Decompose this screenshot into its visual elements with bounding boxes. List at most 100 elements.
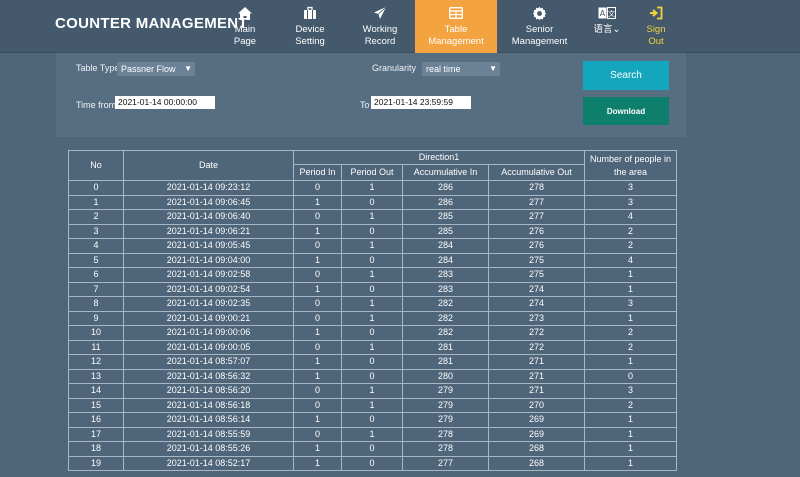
cell-no: 2 (68, 209, 124, 225)
cell-no: 9 (68, 310, 124, 326)
cell-period-out: 0 (341, 281, 403, 297)
cell-no: 13 (68, 368, 124, 384)
chevron-down-icon: ▼ (184, 64, 192, 73)
cell-accum-in: 279 (402, 412, 489, 428)
cell-period-in: 1 (293, 194, 342, 210)
cell-period-out: 0 (341, 325, 403, 341)
cell-people: 2 (584, 339, 677, 355)
cell-people: 4 (584, 252, 677, 268)
cell-period-out: 1 (341, 209, 403, 225)
cell-period-in: 0 (293, 267, 342, 283)
cell-date: 2021-01-14 09:05:45 (123, 238, 294, 254)
cell-period-out: 1 (341, 180, 403, 196)
nav-main-page[interactable]: Main Page (215, 0, 275, 53)
granularity-label: Granularity (372, 63, 417, 73)
cell-accum-in: 283 (402, 267, 489, 283)
cell-date: 2021-01-14 08:57:07 (123, 354, 294, 370)
table-type-label: Table Type (76, 63, 120, 73)
cell-accum-in: 281 (402, 339, 489, 355)
time-from-input[interactable]: 2021-01-14 00:00:00 (115, 96, 215, 109)
cell-period-out: 1 (341, 296, 403, 312)
nav-device-setting[interactable]: Device Setting (275, 0, 345, 53)
home-icon (237, 3, 253, 23)
translate-icon: A文 (598, 3, 616, 23)
cell-people: 2 (584, 223, 677, 239)
table-row: 12 2021-01-14 08:57:07 1 0 281 271 1 (68, 354, 677, 370)
cell-accum-out: 269 (488, 412, 585, 428)
cell-accum-out: 270 (488, 397, 585, 413)
cell-accum-in: 282 (402, 310, 489, 326)
briefcase-icon (303, 3, 317, 23)
cell-period-in: 1 (293, 441, 342, 457)
cell-accum-out: 269 (488, 426, 585, 442)
cell-accum-out: 271 (488, 383, 585, 399)
svg-text:文: 文 (608, 9, 615, 18)
cell-date: 2021-01-14 09:00:21 (123, 310, 294, 326)
cell-no: 18 (68, 441, 124, 457)
cell-no: 15 (68, 397, 124, 413)
cell-accum-in: 279 (402, 397, 489, 413)
table-row: 16 2021-01-14 08:56:14 1 0 279 269 1 (68, 412, 677, 428)
cell-period-out: 0 (341, 223, 403, 239)
cell-people: 1 (584, 354, 677, 370)
cell-accum-in: 282 (402, 325, 489, 341)
cell-no: 7 (68, 281, 124, 297)
cell-no: 14 (68, 383, 124, 399)
cell-period-out: 0 (341, 441, 403, 457)
column-header-accum-in: Accumulative In (402, 164, 489, 181)
cell-period-out: 1 (341, 397, 403, 413)
cell-accum-out: 271 (488, 354, 585, 370)
time-to-input[interactable]: 2021-01-14 23:59:59 (371, 96, 471, 109)
cell-date: 2021-01-14 09:06:40 (123, 209, 294, 225)
cell-date: 2021-01-14 08:56:14 (123, 412, 294, 428)
search-button[interactable]: Search (583, 61, 669, 90)
nav-language[interactable]: A文 语言⌄ (582, 0, 632, 53)
cell-no: 19 (68, 455, 124, 471)
table-row: 8 2021-01-14 09:02:35 0 1 282 274 3 (68, 296, 677, 312)
nav-table-management[interactable]: Table Management (415, 0, 497, 53)
cell-date: 2021-01-14 09:04:00 (123, 252, 294, 268)
table-body: 0 2021-01-14 09:23:12 0 1 286 278 3 1 2021-01-14… (68, 180, 677, 471)
nav-working-record[interactable]: Working Record (345, 0, 415, 53)
time-to-label: To (360, 100, 370, 110)
cell-no: 6 (68, 267, 124, 283)
cell-period-in: 1 (293, 455, 342, 471)
paper-plane-icon (373, 3, 387, 23)
cell-accum-in: 277 (402, 455, 489, 471)
cell-period-out: 0 (341, 194, 403, 210)
cell-accum-out: 268 (488, 441, 585, 457)
table-row: 14 2021-01-14 08:56:20 0 1 279 271 3 (68, 383, 677, 399)
filter-panel: Table Type Passner Flow ▼ Granularity re… (56, 53, 686, 137)
flow-table: No Date Direction1 Number of people in t… (68, 150, 677, 471)
cell-people: 4 (584, 209, 677, 225)
table-row: 6 2021-01-14 09:02:58 0 1 283 275 1 (68, 267, 677, 283)
cell-period-in: 1 (293, 252, 342, 268)
chevron-down-icon: ⌄ (612, 24, 621, 35)
cell-period-out: 1 (341, 339, 403, 355)
download-button[interactable]: Download (583, 97, 669, 125)
cell-accum-in: 284 (402, 252, 489, 268)
table-row: 11 2021-01-14 09:00:05 0 1 281 272 2 (68, 339, 677, 355)
nav-sign-out[interactable]: Sign Out (632, 0, 680, 53)
table-type-select[interactable]: Passner Flow ▼ (117, 62, 195, 76)
sign-out-icon (649, 3, 663, 23)
cell-period-in: 1 (293, 412, 342, 428)
cell-date: 2021-01-14 08:56:32 (123, 368, 294, 384)
cell-period-in: 1 (293, 368, 342, 384)
cell-people: 1 (584, 310, 677, 326)
cell-accum-in: 279 (402, 383, 489, 399)
cell-no: 17 (68, 426, 124, 442)
cell-people: 2 (584, 397, 677, 413)
cell-accum-in: 280 (402, 368, 489, 384)
nav-senior-management[interactable]: Senior Management (497, 0, 582, 53)
top-header: COUNTER MANAGEMENT Main Page Device Sett… (0, 0, 800, 53)
cell-date: 2021-01-14 09:02:54 (123, 281, 294, 297)
granularity-select[interactable]: real time ▼ (422, 62, 500, 76)
cell-date: 2021-01-14 09:23:12 (123, 180, 294, 196)
cell-people: 1 (584, 441, 677, 457)
cell-accum-out: 275 (488, 267, 585, 283)
cell-accum-in: 281 (402, 354, 489, 370)
table-row: 10 2021-01-14 09:00:06 1 0 282 272 2 (68, 325, 677, 341)
cell-period-out: 1 (341, 383, 403, 399)
cell-period-in: 0 (293, 296, 342, 312)
